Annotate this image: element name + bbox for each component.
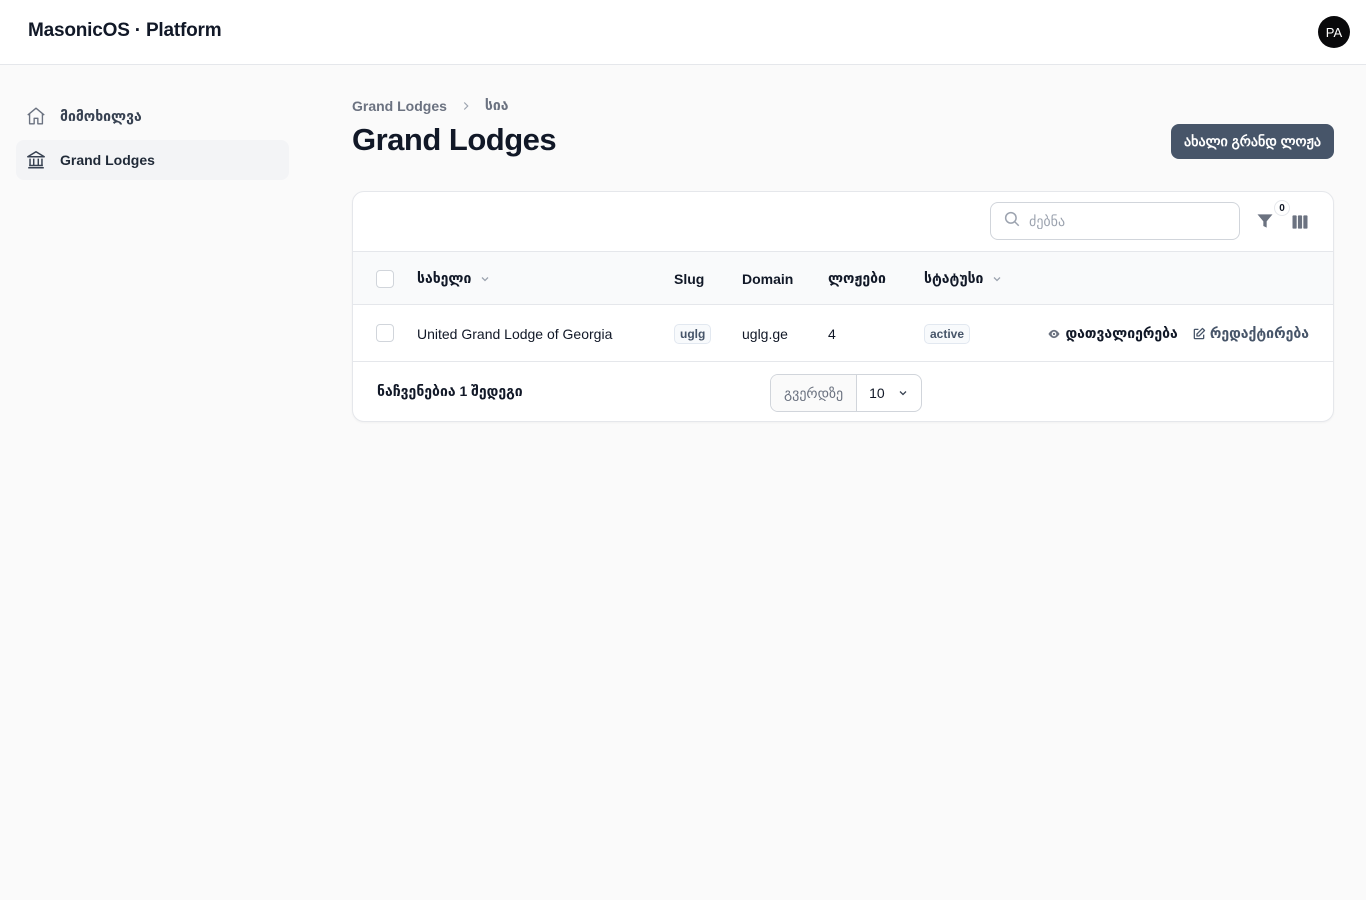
filter-count-badge: 0 (1274, 200, 1290, 216)
cell-name: United Grand Lodge of Georgia (417, 325, 613, 342)
table-footer: ნაჩვენებია 1 შედეგი გვერდზე 10 (353, 362, 1333, 421)
cell-status: active (924, 305, 971, 362)
view-action-label: დათვალიერება (1065, 325, 1178, 341)
chevron-down-icon (897, 387, 909, 399)
view-action[interactable]: დათვალიერება (1047, 325, 1178, 342)
per-page-select[interactable]: 10 (857, 375, 921, 411)
sidebar-item-overview[interactable]: მიმოხილვა (16, 96, 289, 136)
per-page-label: გვერდზე (771, 375, 858, 411)
per-page-value: 10 (869, 385, 885, 401)
per-page-control: გვერდზე 10 (770, 374, 922, 412)
sidebar-item-grand-lodges[interactable]: Grand Lodges (16, 140, 289, 180)
column-header-name[interactable]: სახელი (417, 252, 491, 305)
sidebar: მიმოხილვა Grand Lodges (16, 96, 289, 184)
column-header-label: სახელი (417, 270, 472, 286)
slug-badge: uglg (674, 323, 712, 344)
results-count: ნაჩვენებია 1 შედეგი (377, 383, 523, 399)
breadcrumb-link-grand-lodges[interactable]: Grand Lodges (352, 98, 447, 114)
home-icon (24, 104, 48, 128)
status-badge: active (924, 323, 971, 344)
chevron-down-icon (479, 273, 491, 285)
cell-domain: uglg.ge (742, 325, 788, 342)
search-box[interactable] (990, 202, 1240, 240)
search-icon (1003, 210, 1021, 233)
column-header-label: სტატუსი (924, 270, 984, 286)
edit-action[interactable]: რედაქტირება (1192, 325, 1309, 342)
grand-lodges-table-card: 0 სახელი Slug Domain ლოჟები სტატუსი Unit… (352, 191, 1334, 422)
column-header-slug: Slug (674, 270, 705, 287)
cell-slug: uglg (674, 305, 712, 362)
column-header-lodges: ლოჟები (828, 270, 886, 286)
sidebar-item-label: მიმოხილვა (60, 107, 142, 124)
user-avatar[interactable]: PA (1318, 16, 1350, 48)
column-header-status[interactable]: სტატუსი (924, 252, 1003, 305)
column-header-domain: Domain (742, 270, 794, 287)
table-row: United Grand Lodge of Georgia uglg uglg.… (353, 305, 1333, 362)
table-toolbar: 0 (353, 192, 1333, 252)
cell-actions: დათვალიერება რედაქტირება (1047, 305, 1309, 362)
chevron-down-icon (991, 273, 1003, 285)
search-input[interactable] (1029, 213, 1219, 229)
sidebar-item-label: Grand Lodges (60, 152, 155, 168)
chevron-right-icon (459, 99, 473, 113)
breadcrumb-current: სია (484, 97, 509, 113)
top-bar: MasonicOS · Platform PA (0, 0, 1366, 65)
cell-lodges: 4 (828, 325, 836, 342)
new-grand-lodge-button[interactable]: ახალი გრანდ ლოჟა (1171, 124, 1334, 159)
app-title[interactable]: MasonicOS · Platform (28, 20, 222, 42)
filter-icon[interactable] (1255, 211, 1277, 233)
select-all-checkbox[interactable] (376, 270, 394, 288)
eye-icon (1047, 327, 1061, 341)
breadcrumb: Grand Lodges სია (352, 97, 509, 114)
row-checkbox[interactable] (376, 324, 394, 342)
edit-icon (1192, 327, 1206, 341)
edit-action-label: რედაქტირება (1209, 325, 1309, 341)
building-columns-icon (24, 148, 48, 172)
columns-icon[interactable] (1290, 212, 1310, 232)
table-header: სახელი Slug Domain ლოჟები სტატუსი (353, 252, 1333, 305)
page-title: Grand Lodges (352, 122, 557, 157)
